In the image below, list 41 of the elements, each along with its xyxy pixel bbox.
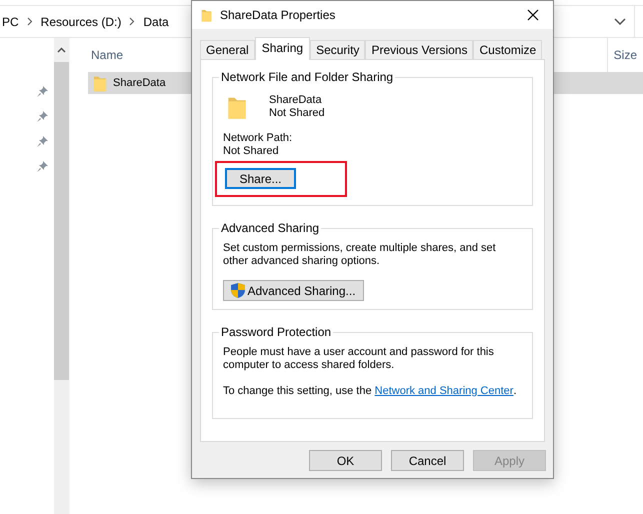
tab[interactable]: Previous Versions (365, 40, 474, 59)
folder-name: ShareData (269, 94, 323, 107)
breadcrumb-item[interactable]: Data (143, 14, 169, 28)
pin-icon[interactable] (37, 86, 48, 97)
note-text: To change this setting, use the (223, 385, 373, 398)
window-title: ShareData Properties (220, 8, 336, 22)
breadcrumb-item[interactable]: Resources (D:) (40, 14, 122, 28)
advanced-sharing-button[interactable]: Advanced Sharing... (223, 280, 364, 301)
description-text: People must have a user account and password for this computer to access shared folders. (223, 346, 495, 372)
period-text: . (513, 385, 517, 398)
network-center-link[interactable]: Network and Sharing Center (374, 385, 514, 398)
share-status: Not Shared (269, 107, 325, 120)
close-icon (527, 9, 539, 21)
tab[interactable]: Security (310, 40, 366, 59)
tab[interactable]: General (200, 40, 255, 59)
network-path-label: Network Path: (223, 132, 294, 145)
chevron-icon (129, 17, 136, 26)
scrollbar[interactable] (54, 38, 70, 514)
network-path-value: Not Shared (223, 145, 280, 158)
scrollbar-thumb[interactable] (54, 62, 69, 380)
chevron-icon (26, 17, 33, 26)
group-title: Advanced Sharing (220, 221, 320, 235)
pin-icon[interactable] (37, 111, 48, 122)
dialog-button[interactable]: OK (309, 450, 382, 471)
description-text: Set custom permissions, create multiple shares, and set other advanced sharing options. (223, 242, 497, 268)
pin-icon[interactable] (37, 161, 48, 172)
dialog-button[interactable]: Cancel (391, 450, 464, 471)
scroll-up-icon[interactable] (57, 47, 66, 53)
folder-icon (201, 8, 212, 22)
pin-icon[interactable] (37, 136, 48, 147)
file-name: ShareData (113, 76, 166, 90)
group-title: Network File and Folder Sharing (220, 70, 394, 84)
tab[interactable]: Customize (473, 40, 542, 59)
breadcrumb-item[interactable]: PC (2, 14, 19, 28)
group-title: Password Protection (220, 325, 332, 339)
folder-icon (93, 74, 107, 92)
tab[interactable]: Sharing (254, 37, 310, 60)
shield-icon (231, 283, 246, 298)
chevron-down-icon (614, 18, 626, 25)
column-header[interactable]: Name (88, 48, 124, 62)
share-button[interactable]: Share... (225, 168, 296, 189)
